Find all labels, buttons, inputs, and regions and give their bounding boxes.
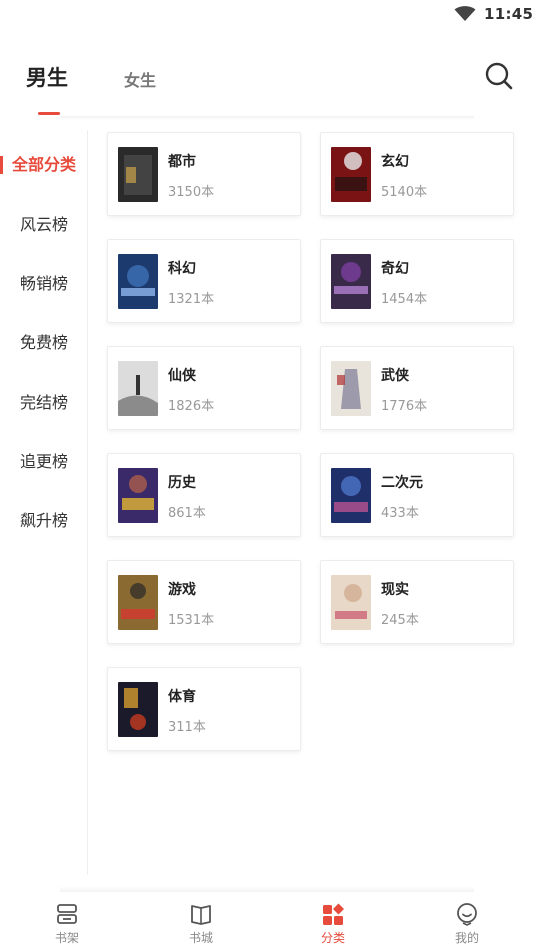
category-card-xianxia[interactable]: 仙侠 1826本 <box>107 346 301 430</box>
book-cover <box>331 147 371 202</box>
category-count: 5140本 <box>381 185 428 200</box>
category-name: 游戏 <box>168 582 196 598</box>
cover-image <box>118 575 158 630</box>
sidebar-item-label: 完结榜 <box>20 393 69 412</box>
category-count: 861本 <box>168 506 206 521</box>
category-card-youxi[interactable]: 游戏 1531本 <box>107 560 301 644</box>
sidebar-item-following[interactable]: 追更榜 <box>0 442 88 482</box>
wifi-icon <box>454 6 476 21</box>
active-marker <box>0 156 3 174</box>
nav-bookstore[interactable]: 书城 <box>134 892 268 949</box>
ranking-sidebar: 全部分类 风云榜 畅销榜 免费榜 完结榜 追更榜 飙升榜 <box>0 130 88 875</box>
category-name: 奇幻 <box>381 261 409 277</box>
sidebar-item-completed[interactable]: 完结榜 <box>0 383 88 423</box>
book-cover <box>118 575 158 630</box>
sidebar-item-label: 全部分类 <box>12 155 77 174</box>
sidebar-item-label: 畅销榜 <box>20 274 69 293</box>
nav-label: 书架 <box>54 931 79 945</box>
sidebar-item-free[interactable]: 免费榜 <box>0 323 88 363</box>
sidebar-item-fengyun[interactable]: 风云榜 <box>0 205 88 245</box>
bookstore-icon <box>191 905 211 925</box>
cover-image <box>331 147 371 202</box>
book-cover <box>118 361 158 416</box>
category-count: 1321本 <box>168 292 215 307</box>
category-card-kehuan[interactable]: 科幻 1321本 <box>107 239 301 323</box>
category-count: 433本 <box>381 506 419 521</box>
category-count: 1826本 <box>168 399 215 414</box>
category-card-tiyu[interactable]: 体育 311本 <box>107 667 301 751</box>
nav-label: 分类 <box>320 931 345 945</box>
category-name: 科幻 <box>168 261 196 277</box>
category-icon <box>323 903 344 925</box>
category-card-xianshi[interactable]: 现实 245本 <box>320 560 514 644</box>
cover-image <box>331 254 371 309</box>
cover-image <box>118 147 158 202</box>
gender-tabs: 男生 女生 <box>0 50 534 122</box>
bookshelf-icon <box>57 904 77 924</box>
book-cover <box>331 575 371 630</box>
status-bar: 11:45 <box>0 0 534 28</box>
category-count: 3150本 <box>168 185 215 200</box>
nav-profile[interactable]: 我的 <box>400 892 534 949</box>
category-name: 体育 <box>168 689 196 705</box>
book-cover <box>118 147 158 202</box>
cover-image <box>331 361 371 416</box>
nav-label: 书城 <box>188 931 213 945</box>
category-card-qihuan[interactable]: 奇幻 1454本 <box>320 239 514 323</box>
category-name: 二次元 <box>381 475 423 491</box>
nav-label: 我的 <box>454 931 479 945</box>
sidebar-item-label: 追更榜 <box>20 452 69 471</box>
category-card-lishi[interactable]: 历史 861本 <box>107 453 301 537</box>
category-card-dushi[interactable]: 都市 3150本 <box>107 132 301 216</box>
sidebar-item-label: 免费榜 <box>20 333 69 352</box>
book-cover <box>331 361 371 416</box>
category-card-wuxia[interactable]: 武侠 1776本 <box>320 346 514 430</box>
category-name: 都市 <box>168 154 196 170</box>
sidebar-item-bestseller[interactable]: 畅销榜 <box>0 264 88 304</box>
category-count: 245本 <box>381 613 419 628</box>
sidebar-item-label: 风云榜 <box>20 215 69 234</box>
category-name: 武侠 <box>381 368 409 384</box>
cover-image <box>118 682 158 737</box>
category-count: 1776本 <box>381 399 428 414</box>
book-cover <box>331 468 371 523</box>
book-cover <box>118 254 158 309</box>
header-divider <box>60 116 474 120</box>
category-name: 仙侠 <box>168 368 196 384</box>
category-card-erciyuan[interactable]: 二次元 433本 <box>320 453 514 537</box>
sidebar-item-rising[interactable]: 飙升榜 <box>0 501 88 541</box>
cover-image <box>118 361 158 416</box>
book-cover <box>118 682 158 737</box>
nav-category[interactable]: 分类 <box>266 892 400 949</box>
cover-image <box>118 468 158 523</box>
bottom-nav: 书架 书城 分类 我的 <box>0 892 534 949</box>
cover-image <box>331 575 371 630</box>
status-time: 11:45 <box>484 5 534 23</box>
nav-bookshelf[interactable]: 书架 <box>0 892 134 949</box>
tab-female[interactable]: 女生 <box>124 67 156 91</box>
sidebar-item-label: 飙升榜 <box>20 511 69 530</box>
cover-image <box>331 468 371 523</box>
category-name: 玄幻 <box>381 154 409 170</box>
cover-image <box>118 254 158 309</box>
category-count: 1531本 <box>168 613 215 628</box>
tab-male[interactable]: 男生 <box>26 62 68 92</box>
category-name: 现实 <box>381 582 409 598</box>
book-cover <box>118 468 158 523</box>
search-icon[interactable] <box>483 60 515 92</box>
sidebar-item-all-categories[interactable]: 全部分类 <box>0 145 88 185</box>
category-count: 1454本 <box>381 292 428 307</box>
category-count: 311本 <box>168 720 206 735</box>
category-card-xuanhuan[interactable]: 玄幻 5140本 <box>320 132 514 216</box>
profile-icon <box>457 903 477 926</box>
category-name: 历史 <box>168 475 196 491</box>
active-tab-indicator <box>38 112 60 115</box>
book-cover <box>331 254 371 309</box>
